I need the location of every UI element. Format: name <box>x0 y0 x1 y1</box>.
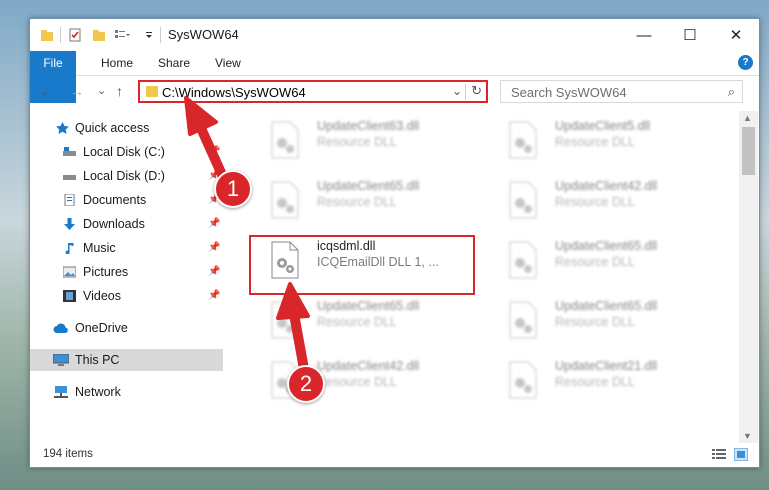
dll-file-icon <box>509 181 537 219</box>
pin-icon[interactable]: 📌 <box>208 237 220 259</box>
list-item[interactable]: UpdateClient65.dll Resource DLL <box>483 295 703 347</box>
back-button[interactable]: ← <box>40 83 54 99</box>
sidebar-item-network[interactable]: Network <box>30 381 223 403</box>
search-placeholder: Search SysWOW64 <box>511 85 627 100</box>
maximize-button[interactable]: ☐ <box>667 19 713 51</box>
search-icon[interactable]: ⌕ <box>728 84 735 100</box>
pc-icon <box>53 354 69 366</box>
list-item[interactable]: UpdateClient5.dll Resource DLL <box>483 115 703 167</box>
up-button[interactable]: ↑ <box>116 83 123 99</box>
list-item[interactable]: UpdateClient21.dll Resource DLL <box>483 355 703 407</box>
help-icon[interactable]: ? <box>738 55 753 70</box>
scroll-thumb[interactable] <box>742 127 755 175</box>
large-icons-view-icon[interactable] <box>734 448 748 461</box>
callout-badge-2: 2 <box>287 365 325 403</box>
list-item[interactable]: UpdateClient42.dll Resource DLL <box>483 175 703 227</box>
item-count: 194 items <box>43 448 93 460</box>
folder-icon[interactable] <box>40 27 54 43</box>
drive-icon <box>63 147 76 156</box>
star-icon <box>56 122 69 134</box>
sidebar-item-videos[interactable]: Videos 📌 <box>30 285 223 307</box>
dropdown-arrow-icon[interactable] <box>144 27 154 43</box>
title-bar: SysWOW64 — ☐ ✕ <box>30 19 759 51</box>
sidebar-item-onedrive[interactable]: OneDrive <box>30 317 223 339</box>
new-folder-icon[interactable] <box>92 27 106 43</box>
sidebar-item-pictures[interactable]: Pictures 📌 <box>30 261 223 283</box>
network-icon <box>54 386 68 398</box>
sidebar-item-music[interactable]: Music 📌 <box>30 237 223 259</box>
pin-icon[interactable]: 📌 <box>208 213 220 235</box>
sidebar-item-downloads[interactable]: Downloads 📌 <box>30 213 223 235</box>
sidebar-item-this-pc[interactable]: This PC <box>30 349 223 371</box>
status-bar: 194 items <box>30 443 759 467</box>
ribbon-tabs: File Home Share View ? <box>30 51 759 103</box>
videos-icon <box>63 290 76 302</box>
recent-locations-button[interactable]: ⌄ <box>97 84 106 97</box>
properties-icon[interactable] <box>68 27 82 43</box>
minimize-button[interactable]: — <box>621 19 667 51</box>
dll-file-icon <box>509 361 537 399</box>
callout-badge-1: 1 <box>214 170 252 208</box>
forward-button[interactable]: → <box>70 83 84 99</box>
dll-file-icon <box>509 301 537 339</box>
tab-view[interactable]: View <box>204 51 252 75</box>
list-item[interactable]: UpdateClient63.dll Resource DLL <box>245 115 465 167</box>
pin-icon[interactable]: 📌 <box>208 285 220 307</box>
address-dropdown-button[interactable]: ⌄ <box>452 84 462 98</box>
dll-file-icon <box>271 181 299 219</box>
list-item[interactable]: UpdateClient65.dll Resource DLL <box>245 175 465 227</box>
tab-home[interactable]: Home <box>90 51 144 75</box>
pin-icon[interactable]: 📌 <box>208 261 220 283</box>
drive-icon <box>63 175 76 180</box>
vertical-scrollbar[interactable]: ▲ ▼ <box>739 111 758 443</box>
list-item[interactable]: UpdateClient65.dll Resource DLL <box>483 235 703 287</box>
dll-file-icon <box>509 121 537 159</box>
scroll-up-icon[interactable]: ▲ <box>743 113 752 123</box>
search-input[interactable]: Search SysWOW64 ⌕ <box>500 80 743 103</box>
music-icon <box>65 243 74 254</box>
customize-toolbar-icon[interactable] <box>114 27 130 43</box>
cloud-icon <box>53 323 68 333</box>
navigation-bar: ← → ⌄ ↑ C:\Windows\SysWOW64 ⌄ ↻ Search S… <box>30 75 759 109</box>
pictures-icon <box>63 266 76 278</box>
download-icon <box>64 218 75 230</box>
dll-file-icon <box>509 241 537 279</box>
documents-icon <box>64 194 75 206</box>
close-button[interactable]: ✕ <box>713 19 759 51</box>
explorer-window: SysWOW64 — ☐ ✕ File Home Share View ? ← … <box>29 18 760 468</box>
dll-file-icon <box>271 121 299 159</box>
details-view-icon[interactable] <box>712 448 726 461</box>
window-title: SysWOW64 <box>168 27 239 42</box>
scroll-down-icon[interactable]: ▼ <box>743 431 752 441</box>
folder-icon <box>146 86 158 97</box>
refresh-button[interactable]: ↻ <box>471 83 482 99</box>
tab-share[interactable]: Share <box>147 51 201 75</box>
